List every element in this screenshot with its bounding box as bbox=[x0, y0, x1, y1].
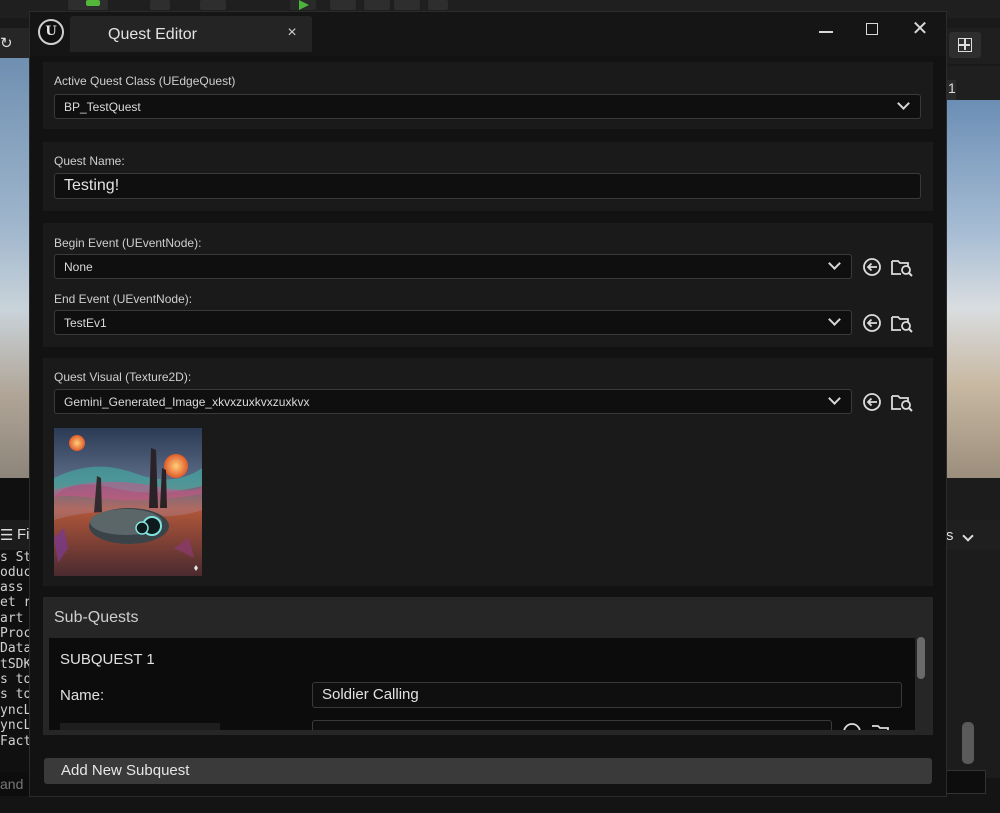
quest-visual-label: Quest Visual (Texture2D): bbox=[54, 370, 192, 384]
rotate-icon: ↻ bbox=[0, 35, 13, 52]
end-event-dropdown[interactable]: TestEv1 bbox=[54, 310, 852, 335]
begin-event-label: Begin Event (UEventNode): bbox=[54, 236, 202, 250]
chevron-down-icon bbox=[897, 97, 910, 110]
list-item: SUBQUEST 1 Name: Soldier Calling bbox=[49, 638, 915, 730]
viewport-camera-speed[interactable]: 1 bbox=[946, 66, 1000, 100]
subquests-title: Sub-Quests bbox=[54, 609, 139, 626]
browse-asset-icon[interactable] bbox=[891, 257, 913, 277]
log-line: tSDK bbox=[0, 657, 30, 672]
use-selected-icon[interactable] bbox=[842, 722, 862, 730]
layout-button[interactable] bbox=[200, 0, 226, 10]
subquest-field-label bbox=[60, 723, 220, 730]
quest-name-input[interactable]: Testing! bbox=[54, 173, 921, 199]
subquest-name-input[interactable]: Soldier Calling bbox=[312, 682, 902, 708]
title-bar[interactable]: U Quest Editor × ✕ bbox=[30, 12, 946, 56]
filter-label: Fi bbox=[17, 526, 30, 543]
events-section: Begin Event (UEventNode): None End Event… bbox=[43, 223, 933, 347]
stop-button[interactable] bbox=[364, 0, 390, 10]
viewport-layout-toolbar bbox=[946, 28, 1000, 64]
subquest-name-label: Name: bbox=[60, 687, 105, 704]
begin-event-dropdown[interactable]: None bbox=[54, 254, 852, 279]
unreal-logo-icon: U bbox=[38, 19, 64, 45]
end-event-label: End Event (UEventNode): bbox=[54, 292, 193, 306]
active-quest-section: Active Quest Class (UEdgeQuest) BP_TestQ… bbox=[43, 62, 933, 129]
log-line: s St bbox=[0, 550, 30, 565]
maximize-icon bbox=[866, 23, 878, 35]
use-selected-icon[interactable] bbox=[862, 313, 882, 333]
browse-asset-icon[interactable] bbox=[891, 392, 913, 412]
chevron-down-icon bbox=[828, 313, 841, 326]
panel-scrollbar[interactable] bbox=[962, 722, 974, 764]
filter-icon: ☰ bbox=[0, 527, 14, 544]
status-input[interactable] bbox=[946, 770, 986, 794]
subquest-list[interactable]: SUBQUEST 1 Name: Soldier Calling bbox=[49, 638, 915, 730]
quest-visual-value: Gemini_Generated_Image_xkvxzuxkvxzuxkvx bbox=[64, 395, 310, 409]
quest-visual-thumbnail[interactable] bbox=[54, 428, 202, 576]
command-placeholder: and bbox=[0, 776, 24, 792]
quest-visual-section: Quest Visual (Texture2D): Gemini_Generat… bbox=[43, 358, 933, 586]
chevron-down-icon bbox=[828, 392, 841, 405]
log-line: Fact bbox=[0, 734, 30, 749]
active-quest-value: BP_TestQuest bbox=[64, 100, 141, 114]
play-icon bbox=[299, 0, 309, 10]
quest-name-value: Testing! bbox=[64, 177, 120, 194]
grid-icon bbox=[958, 38, 972, 52]
quest-name-section: Quest Name: Testing! bbox=[43, 142, 933, 211]
tab-quest-editor[interactable]: Quest Editor × bbox=[70, 16, 312, 52]
settings-label: s bbox=[946, 527, 954, 544]
log-line: yncL bbox=[0, 703, 30, 718]
end-event-value: TestEv1 bbox=[64, 316, 107, 330]
tab-title: Quest Editor bbox=[108, 26, 197, 43]
add-subquest-button[interactable]: Add New Subquest bbox=[44, 758, 932, 784]
camera-speed-value: 1 bbox=[948, 80, 956, 96]
log-line: s to bbox=[0, 672, 30, 687]
command-input[interactable]: and bbox=[0, 772, 30, 796]
browse-asset-icon[interactable] bbox=[891, 313, 913, 333]
layout-grid-button[interactable] bbox=[949, 32, 981, 58]
viewport-left[interactable] bbox=[0, 58, 30, 478]
eject-button[interactable] bbox=[394, 0, 420, 10]
toolbar-button[interactable] bbox=[150, 0, 170, 10]
output-log-filter[interactable]: ☰ Fi bbox=[0, 520, 30, 550]
subquest-scrollbar-thumb[interactable] bbox=[917, 637, 925, 679]
use-selected-icon[interactable] bbox=[862, 392, 882, 412]
log-line: ass bbox=[0, 580, 24, 595]
add-icon bbox=[86, 0, 100, 6]
subquest-dropdown[interactable] bbox=[312, 720, 832, 730]
log-line: Proc bbox=[0, 626, 30, 641]
minimize-button[interactable] bbox=[804, 16, 848, 46]
subquest-header: SUBQUEST 1 bbox=[60, 651, 155, 668]
quest-editor-window: U Quest Editor × ✕ Active Quest Class (U… bbox=[29, 11, 947, 797]
quest-name-label: Quest Name: bbox=[54, 154, 125, 168]
log-line: art bbox=[0, 611, 24, 626]
viewport-options[interactable]: ↻ bbox=[0, 28, 30, 58]
log-line: oduc bbox=[0, 565, 30, 580]
close-window-button[interactable]: ✕ bbox=[898, 16, 942, 46]
tab-close-icon[interactable]: × bbox=[284, 24, 300, 42]
viewport-right[interactable] bbox=[946, 100, 1000, 478]
use-selected-icon[interactable] bbox=[862, 257, 882, 277]
subquests-section: Sub-Quests SUBQUEST 1 Name: Soldier Call… bbox=[43, 597, 933, 735]
log-line: Data bbox=[0, 641, 30, 656]
close-icon: ✕ bbox=[911, 18, 929, 40]
add-subquest-label: Add New Subquest bbox=[61, 762, 190, 779]
chevron-down-icon bbox=[828, 257, 841, 270]
add-content-button[interactable] bbox=[68, 0, 108, 10]
log-line: et r bbox=[0, 595, 30, 610]
play-button[interactable] bbox=[290, 0, 316, 10]
quest-visual-dropdown[interactable]: Gemini_Generated_Image_xkvxzuxkvxzuxkvx bbox=[54, 389, 852, 414]
log-line: s to bbox=[0, 687, 30, 702]
details-panel-settings[interactable]: s bbox=[946, 520, 1000, 550]
more-options-button[interactable] bbox=[428, 0, 448, 10]
subquest-name-value: Soldier Calling bbox=[322, 686, 419, 703]
step-button[interactable] bbox=[330, 0, 356, 10]
maximize-button[interactable] bbox=[850, 16, 894, 46]
begin-event-value: None bbox=[64, 260, 93, 274]
minimize-icon bbox=[819, 31, 833, 33]
active-quest-dropdown[interactable]: BP_TestQuest bbox=[54, 94, 921, 119]
browse-asset-icon[interactable] bbox=[871, 722, 893, 730]
log-line: yncL bbox=[0, 718, 30, 733]
chevron-down-icon bbox=[962, 530, 974, 542]
active-quest-label: Active Quest Class (UEdgeQuest) bbox=[54, 74, 236, 88]
